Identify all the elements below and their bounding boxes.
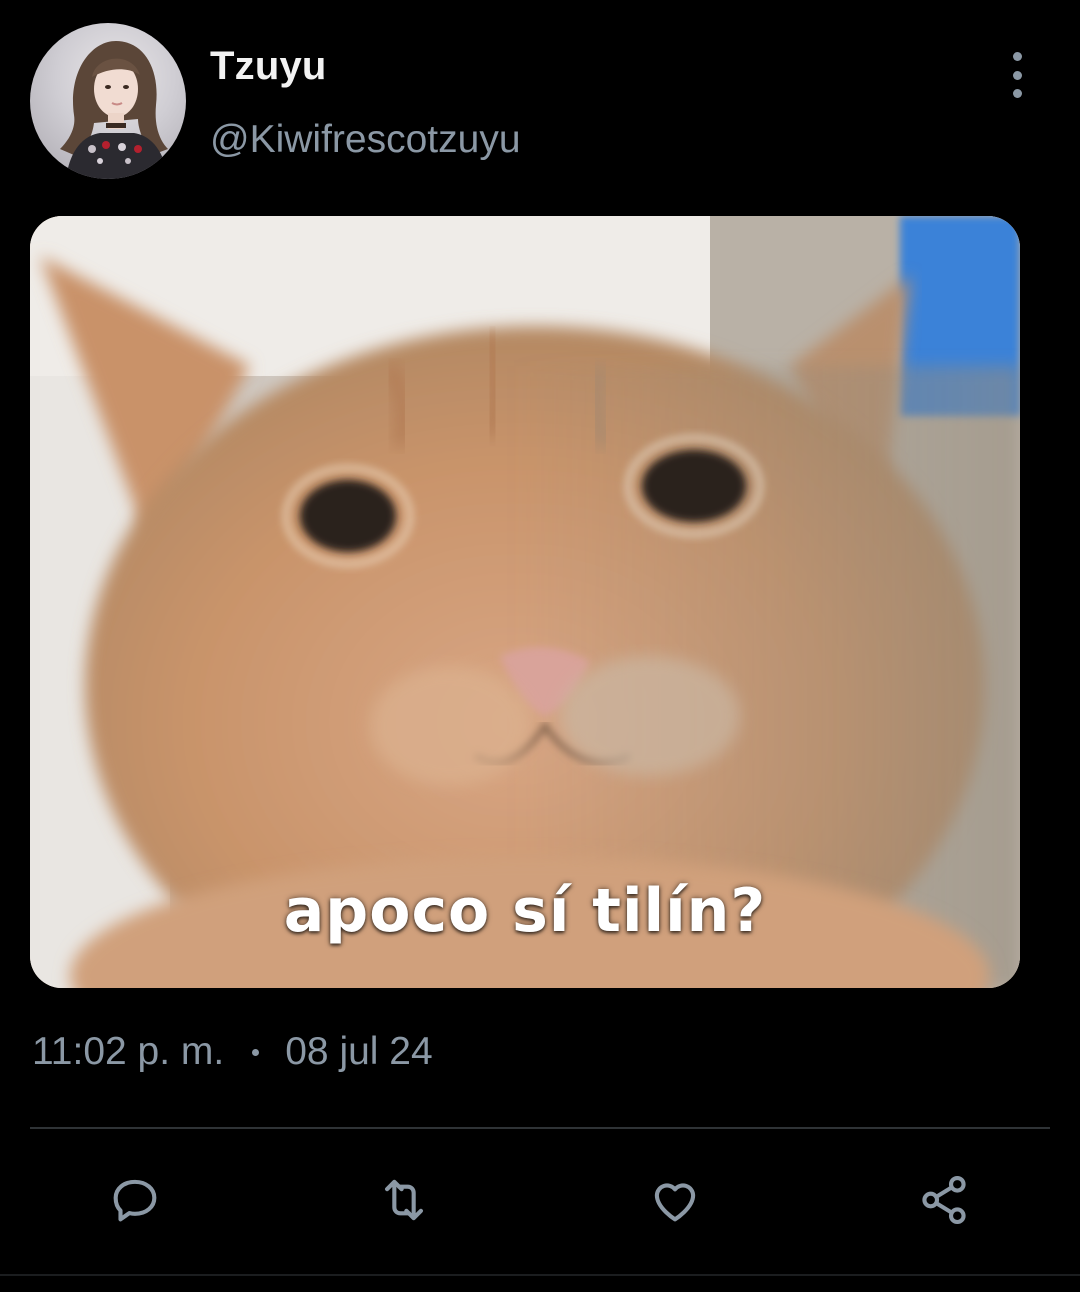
user-handle[interactable]: @Kiwifrescotzuyu: [210, 118, 521, 162]
share-icon: [922, 1175, 966, 1225]
share-button[interactable]: [912, 1168, 976, 1232]
avatar[interactable]: [30, 23, 186, 179]
more-dot-icon: [1012, 70, 1022, 80]
like-button[interactable]: [643, 1168, 707, 1232]
tweet-date: 08 jul 24: [285, 1030, 433, 1073]
media-caption: apoco sí tilín?: [283, 876, 767, 946]
display-name[interactable]: Tzuyu: [210, 44, 327, 89]
divider: [30, 1127, 1050, 1129]
more-options-button[interactable]: [996, 52, 1038, 98]
avatar-image: [60, 41, 168, 179]
tweet-time: 11:02 p. m.: [32, 1030, 225, 1073]
cat-photo: [30, 216, 1020, 988]
tweet-timestamp[interactable]: 11:02 p. m. 08 jul 24: [32, 1030, 433, 1074]
reply-button[interactable]: [103, 1168, 167, 1232]
more-dot-icon: [1012, 52, 1022, 61]
reply-icon: [113, 1179, 157, 1222]
retweet-icon: [385, 1179, 423, 1221]
divider: [0, 1274, 1080, 1276]
retweet-button[interactable]: [372, 1168, 436, 1232]
tweet-media-image[interactable]: apoco sí tilín?: [30, 216, 1020, 988]
separator-dot: [252, 1048, 260, 1056]
more-dot-icon: [1012, 89, 1022, 98]
tweet-detail: Tzuyu @Kiwifrescotzuyu apoco sí tilín? 1…: [0, 0, 1080, 1292]
like-icon: [654, 1183, 696, 1222]
